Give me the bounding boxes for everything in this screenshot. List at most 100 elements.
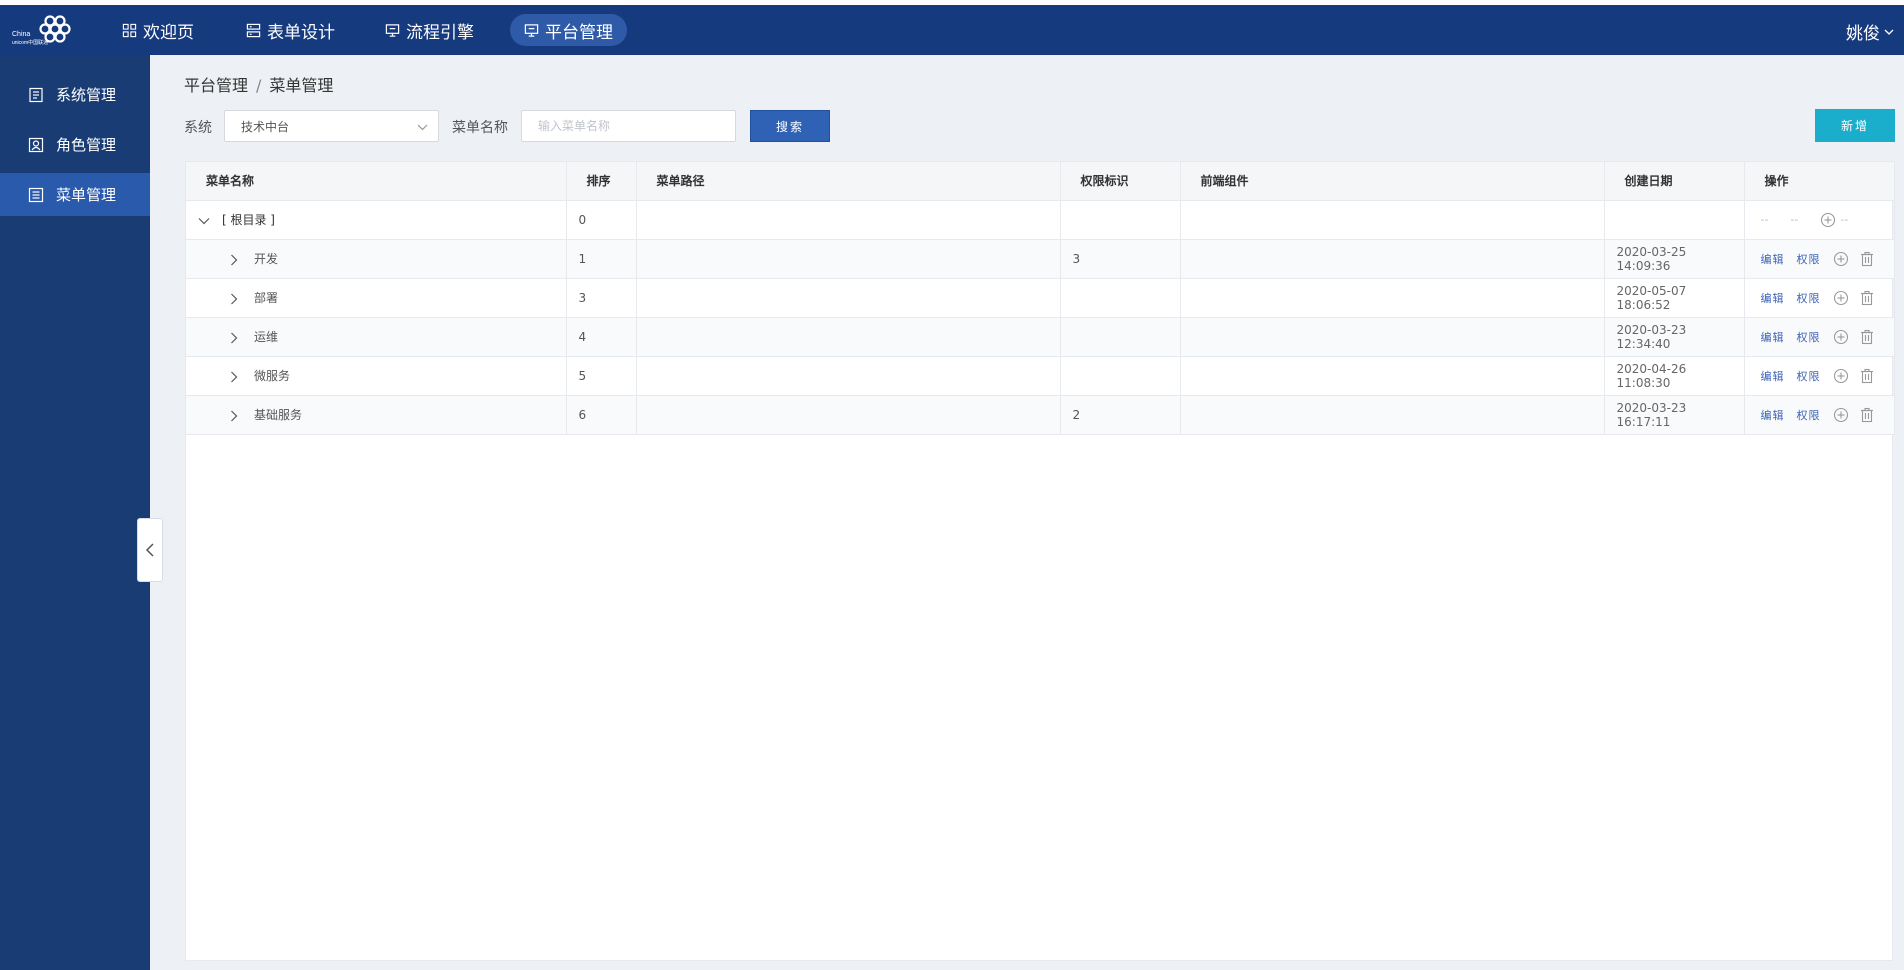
row-date: 2020-04-26 11:08:30 [1604,356,1745,396]
sidebar-item-label: 角色管理 [56,136,117,154]
row-name: 运维 [254,330,279,344]
row-date: 2020-03-25 14:09:36 [1604,239,1745,279]
trash-icon[interactable] [1859,290,1875,306]
table-row: 开发 1 3 2020-03-25 14:09:36 编辑 权限 [186,239,1895,279]
sidebar-item-menu[interactable]: 菜单管理 [0,173,150,216]
trash-icon[interactable] [1859,329,1875,345]
column-header-component: 前端组件 [1180,162,1605,201]
breadcrumb-current: 菜单管理 [269,76,334,95]
row-date [1604,200,1745,240]
row-name: 基础服务 [254,408,303,422]
chevron-right-icon[interactable] [228,410,240,422]
permission-link[interactable]: 权限 [1797,251,1821,267]
sidebar-item-system[interactable]: 系统管理 [0,73,150,116]
trash-icon[interactable] [1859,251,1875,267]
trash-icon[interactable] [1859,368,1875,384]
add-child-icon[interactable] [1833,251,1849,267]
add-child-icon[interactable] [1833,407,1849,423]
chevron-right-icon[interactable] [228,332,240,344]
edit-link[interactable]: 编辑 [1761,368,1785,384]
monitor-icon [524,23,539,37]
breadcrumb-separator: / [256,76,262,95]
table-row: 运维 4 2020-03-23 12:34:40 编辑 权限 [186,317,1895,357]
nav-label: 欢迎页 [143,22,194,43]
system-icon [29,87,43,102]
row-name: 开发 [254,252,279,266]
logo-text-unicom: unicom中国联通 [12,40,49,46]
search-button[interactable]: 搜索 [750,110,830,142]
table-row-root: [ 根目录 ] 0 -- -- -- [186,200,1895,240]
row-date: 2020-03-23 16:17:11 [1604,395,1745,435]
trash-icon[interactable] [1859,407,1875,423]
menu-table: 菜单名称 排序 菜单路径 权限标识 前端组件 创建日期 操作 [ 根目录 ] 0 [185,161,1895,961]
table-row: 微服务 5 2020-04-26 11:08:30 编辑 权限 [186,356,1895,396]
add-child-icon[interactable] [1833,290,1849,306]
nav-workflow-engine[interactable]: 流程引擎 [371,14,488,46]
chevron-right-icon[interactable] [228,293,240,305]
system-filter-label: 系统 [184,120,212,136]
add-button[interactable]: 新增 [1815,109,1895,142]
nav-welcome[interactable]: 欢迎页 [108,14,208,46]
column-header-order: 排序 [566,162,637,201]
op-placeholder: -- [1760,213,1769,226]
op-placeholder: -- [1790,213,1799,226]
permission-link[interactable]: 权限 [1797,407,1821,423]
breadcrumb: 平台管理 / 菜单管理 [184,72,333,96]
chevron-right-icon[interactable] [228,254,240,266]
menu-name-filter-label: 菜单名称 [452,120,508,136]
table-header-row: 菜单名称 排序 菜单路径 权限标识 前端组件 创建日期 操作 [186,162,1895,201]
user-menu[interactable]: 姚俊 [1846,19,1894,44]
row-path [636,317,1061,357]
sidebar-item-role[interactable]: 角色管理 [0,123,150,166]
chevron-right-icon[interactable] [228,371,240,383]
row-order: 6 [566,395,637,435]
row-permission [1060,317,1181,357]
permission-link[interactable]: 权限 [1797,368,1821,384]
nav-label: 表单设计 [267,22,335,43]
role-icon [28,137,44,152]
row-order: 4 [566,317,637,357]
row-name: [ 根目录 ] [222,213,275,227]
row-permission [1060,356,1181,396]
add-child-icon[interactable] [1833,368,1849,384]
row-permission [1060,200,1181,240]
row-path [636,356,1061,396]
edit-link[interactable]: 编辑 [1761,407,1785,423]
grid-icon [122,23,137,37]
edit-link[interactable]: 编辑 [1761,290,1785,306]
chevron-down-icon [417,124,428,131]
row-permission: 3 [1060,239,1181,279]
china-unicom-logo[interactable]: China unicom中国联通 [10,14,72,48]
nav-platform-management[interactable]: 平台管理 [510,14,627,46]
row-path [636,239,1061,279]
row-order: 3 [566,278,637,318]
row-path [636,278,1061,318]
chevron-down-icon [1884,29,1894,35]
row-permission [1060,278,1181,318]
edit-link[interactable]: 编辑 [1761,251,1785,267]
sidebar-collapse-toggle[interactable] [137,518,163,582]
permission-link[interactable]: 权限 [1797,290,1821,306]
add-child-icon[interactable] [1820,212,1836,228]
table-row: 部署 3 2020-05-07 18:06:52 编辑 权限 [186,278,1895,318]
row-order: 5 [566,356,637,396]
row-path [636,395,1061,435]
menu-name-input[interactable] [521,110,736,142]
edit-link[interactable]: 编辑 [1761,329,1785,345]
column-header-permission: 权限标识 [1060,162,1181,201]
op-placeholder: -- [1840,213,1849,226]
menu-list-icon [28,187,44,202]
nav-form-design[interactable]: 表单设计 [232,14,349,46]
column-header-created-date: 创建日期 [1604,162,1745,201]
row-date: 2020-03-23 12:34:40 [1604,317,1745,357]
row-order: 1 [566,239,637,279]
breadcrumb-parent[interactable]: 平台管理 [184,76,248,95]
add-child-icon[interactable] [1833,329,1849,345]
chevron-down-icon[interactable] [198,215,210,227]
permission-link[interactable]: 权限 [1797,329,1821,345]
table-row: 基础服务 6 2 2020-03-23 16:17:11 编辑 权限 [186,395,1895,435]
row-component [1180,200,1605,240]
nav-label: 平台管理 [545,22,613,43]
system-select[interactable]: 技术中台 [224,110,439,142]
row-name: 部署 [254,291,279,305]
